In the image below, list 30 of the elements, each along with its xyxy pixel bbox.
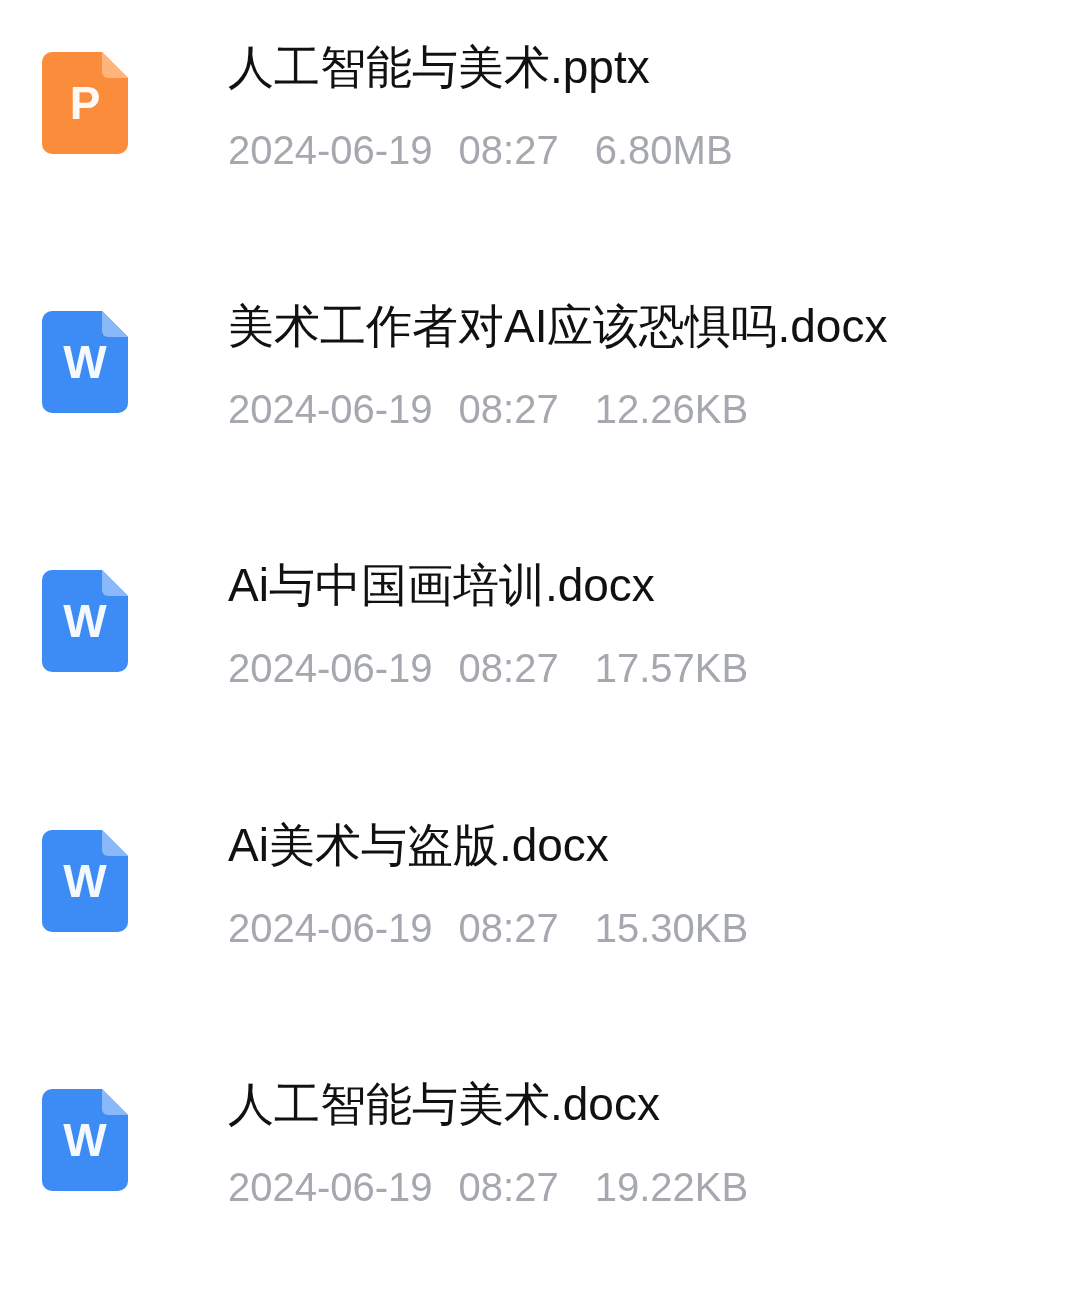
- file-date: 2024-06-19: [228, 904, 433, 952]
- document-icon: [42, 52, 128, 154]
- file-size: 12.26KB: [594, 386, 749, 434]
- file-size: 6.80MB: [594, 127, 733, 174]
- file-time: 08:27: [458, 645, 559, 693]
- icon-letter: P: [69, 76, 101, 130]
- icon-letter: W: [63, 1112, 107, 1167]
- file-name[interactable]: Ai与中国画培训.docx: [228, 556, 749, 615]
- file-size: 17.57KB: [594, 645, 749, 693]
- file-time: 08:27: [458, 386, 559, 434]
- file-date: 2024-06-19: [228, 386, 433, 434]
- file-name[interactable]: 人工智能与美术.pptx: [228, 38, 733, 96]
- file-size: 19.22KB: [594, 1163, 749, 1211]
- file-name[interactable]: 美术工作者对AI应该恐惧吗.docx: [228, 297, 888, 356]
- file-date: 2024-06-19: [228, 127, 433, 174]
- icon-letter: W: [63, 335, 107, 390]
- file-size: 15.30KB: [594, 904, 749, 952]
- icon-letter: W: [63, 853, 107, 908]
- icon-letter: W: [63, 594, 107, 649]
- file-date: 2024-06-19: [228, 645, 433, 693]
- file-time: 08:27: [458, 904, 559, 952]
- file-time: 08:27: [458, 127, 559, 174]
- document-icon: [42, 1088, 128, 1191]
- document-icon: [42, 570, 128, 673]
- file-date: 2024-06-19: [228, 1163, 433, 1211]
- file-time: 08:27: [458, 1163, 559, 1211]
- document-icon: [42, 829, 128, 932]
- file-name[interactable]: 人工智能与美术.docx: [228, 1074, 749, 1133]
- document-icon: [42, 311, 128, 414]
- file-name[interactable]: Ai美术与盗版.docx: [228, 815, 749, 874]
